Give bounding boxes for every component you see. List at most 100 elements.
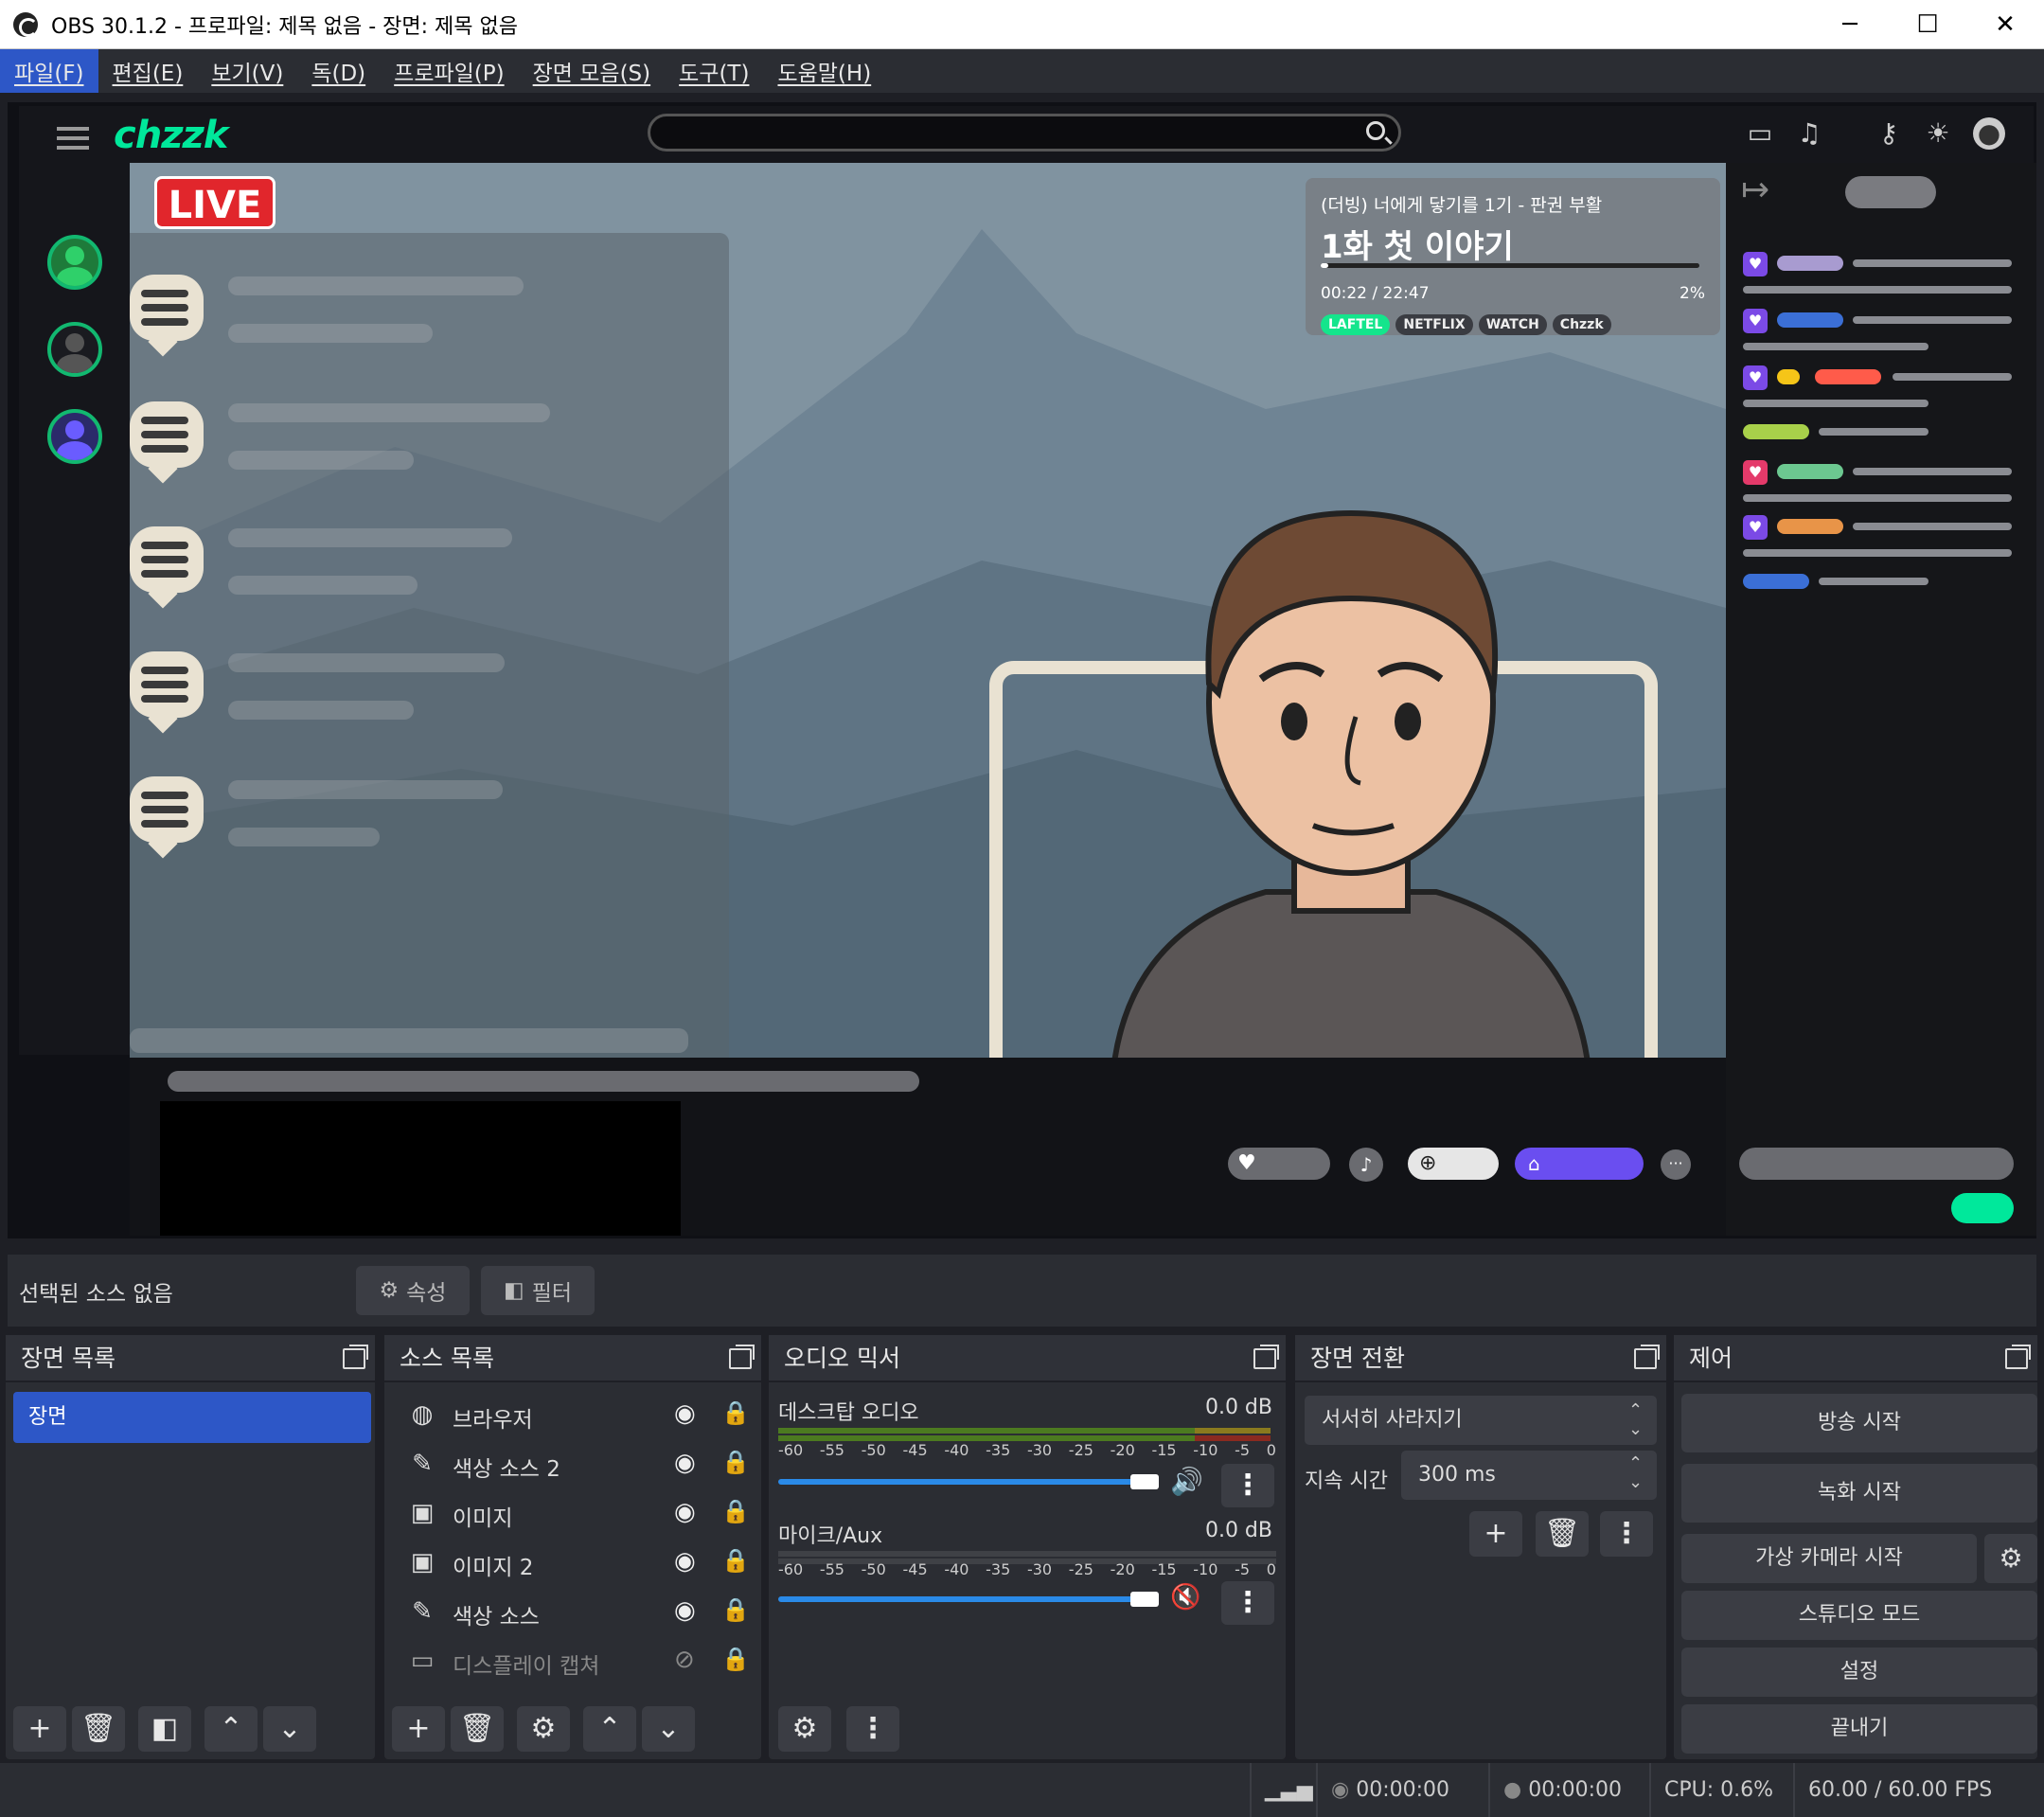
avatar [47, 322, 102, 377]
menu-profile[interactable]: 프로파일(P) [380, 49, 518, 93]
visibility-eye-icon[interactable]: ◉ [674, 1399, 696, 1428]
network-signal-icon: ▁▃▅ [1250, 1763, 1316, 1817]
volume-slider-handle[interactable] [1130, 1592, 1159, 1607]
settings-button[interactable]: 설정 [1681, 1648, 2037, 1697]
chat-line [1853, 468, 2012, 475]
sources-dock: 소스 목록 ◍ 브라우저 ◉ 🔒 ✎ 색상 소스 2 ◉ 🔒 ▣ 이미지 ◉ 🔒 ▣ 이미지 2 ◉ 🔒… [384, 1335, 761, 1759]
studio-mode-button[interactable]: 스튜디오 모드 [1681, 1591, 2037, 1640]
add-transition-button[interactable]: + [1469, 1511, 1522, 1557]
lock-icon[interactable]: 🔒 [721, 1498, 750, 1524]
duration-spinbox[interactable]: 300 ms [1401, 1451, 1657, 1500]
mixer-menu-button[interactable]: ⋮ [846, 1706, 899, 1752]
source-item[interactable]: ◍ 브라우저 ◉ 🔒 [400, 1394, 750, 1437]
scene-item[interactable]: 장면 [13, 1392, 371, 1443]
float-dock-icon[interactable] [1634, 1345, 1660, 1369]
exit-button[interactable]: 끝내기 [1681, 1704, 2037, 1754]
hidden-eye-icon[interactable]: ⊘ [674, 1646, 695, 1674]
menu-scene-collection[interactable]: 장면 모음(S) [519, 49, 666, 93]
lock-icon[interactable]: 🔒 [721, 1596, 750, 1623]
float-dock-icon[interactable] [729, 1345, 755, 1369]
menu-edit[interactable]: 편집(E) [98, 49, 198, 93]
close-button[interactable]: ✕ [1967, 0, 2043, 49]
menu-dock[interactable]: 독(D) [297, 49, 380, 93]
source-item[interactable]: ▭ 디스플레이 캡쳐 ⊘ 🔒 [400, 1640, 750, 1683]
chat-line [228, 653, 505, 672]
volume-slider[interactable] [778, 1596, 1157, 1602]
move-source-up-button[interactable]: ⌃ [583, 1706, 636, 1752]
float-dock-icon[interactable] [343, 1345, 368, 1369]
menu-view[interactable]: 보기(V) [197, 49, 297, 93]
muted-speaker-icon[interactable]: 🔇 [1170, 1583, 1200, 1612]
chat-line [1743, 549, 2012, 557]
transition-select[interactable]: 서서히 사라지기 [1305, 1396, 1657, 1445]
menu-help[interactable]: 도움말(H) [763, 49, 885, 93]
lock-icon[interactable]: 🔒 [721, 1646, 750, 1672]
chat-icon [130, 401, 204, 468]
remove-source-button[interactable]: 🗑 [451, 1706, 504, 1752]
channel-menu-button[interactable]: ⋮ [1221, 1464, 1274, 1507]
speaker-icon[interactable]: 🔊 [1170, 1466, 1203, 1497]
remove-scene-button[interactable]: 🗑 [72, 1706, 125, 1752]
mixer-dock-header: 오디오 믹서 [769, 1335, 1286, 1382]
source-item[interactable]: ✎ 색상 소스 2 ◉ 🔒 [400, 1443, 750, 1487]
move-scene-up-button[interactable]: ⌃ [204, 1706, 258, 1752]
menu-file[interactable]: 파일(F) [0, 49, 98, 93]
volume-slider[interactable] [778, 1479, 1157, 1485]
hamburger-menu-icon [57, 127, 89, 131]
sources-title: 소스 목록 [400, 1345, 494, 1372]
scene-transitions-dock: 장면 전환 서서히 사라지기 ⌃ ⌄ 지속 시간 300 ms ⌃ ⌄ + 🗑 ⋮ [1295, 1335, 1666, 1759]
visibility-eye-icon[interactable]: ◉ [674, 1449, 696, 1477]
source-item[interactable]: ▣ 이미지 ◉ 🔒 [400, 1492, 750, 1536]
source-properties-button[interactable]: ⚙ [517, 1706, 570, 1752]
brush-icon: ✎ [412, 1450, 433, 1478]
tag-netflix: NETFLIX [1395, 314, 1473, 335]
lock-icon[interactable]: 🔒 [721, 1547, 750, 1574]
add-source-button[interactable]: + [392, 1706, 445, 1752]
username-pill [1777, 312, 1843, 328]
start-recording-button[interactable]: 녹화 시작 [1681, 1464, 2037, 1523]
obs-logo-icon [13, 11, 38, 37]
move-source-down-button[interactable]: ⌄ [642, 1706, 695, 1752]
source-item[interactable]: ▣ 이미지 2 ◉ 🔒 [400, 1541, 750, 1585]
visibility-eye-icon[interactable]: ◉ [674, 1547, 696, 1576]
add-scene-button[interactable]: + [13, 1706, 66, 1752]
filters-button[interactable]: ◧ 필터 [481, 1266, 595, 1315]
title-bar: OBS 30.1.2 - 프로파일: 제목 없음 - 장면: 제목 없음 ─ ☐… [0, 0, 2044, 49]
stream-icon: ◉ [1331, 1778, 1357, 1802]
volume-slider-handle[interactable] [1130, 1474, 1159, 1489]
lock-icon[interactable]: 🔒 [721, 1449, 750, 1475]
float-dock-icon[interactable] [2005, 1345, 2031, 1369]
lock-icon[interactable]: 🔒 [721, 1399, 750, 1426]
stream-title-placeholder [168, 1071, 919, 1092]
advanced-audio-properties-button[interactable]: ⚙ [778, 1706, 831, 1752]
badge-icon: ♥ [1743, 365, 1768, 390]
chat-line [1853, 316, 2012, 324]
mixer-title: 오디오 믹서 [784, 1345, 900, 1372]
scene-filters-button[interactable]: ◧ [138, 1706, 191, 1752]
filters-label: 필터 [531, 1281, 573, 1306]
visibility-eye-icon[interactable]: ◉ [674, 1596, 696, 1625]
monitor-icon: ▭ [410, 1647, 435, 1675]
channel-menu-button[interactable]: ⋮ [1221, 1581, 1274, 1625]
overlay-subtitle: (더빙) 너에게 닿기를 1기 - 판권 부활 [1321, 195, 1603, 216]
start-streaming-button[interactable]: 방송 시작 [1681, 1394, 2037, 1452]
visibility-eye-icon[interactable]: ◉ [674, 1498, 696, 1526]
virtual-camera-settings-gear-icon[interactable]: ⚙ [1984, 1534, 2037, 1583]
maximize-button[interactable]: ☐ [1890, 0, 1965, 49]
key-icon: ⚷ [1878, 117, 1899, 149]
menu-tools[interactable]: 도구(T) [665, 49, 763, 93]
remove-transition-button[interactable]: 🗑 [1536, 1511, 1589, 1557]
transition-properties-button[interactable]: ⋮ [1600, 1511, 1653, 1557]
source-item[interactable]: ✎ 색상 소스 ◉ 🔒 [400, 1591, 750, 1634]
menu-bar: 파일(F) 편집(E) 보기(V) 독(D) 프로파일(P) 장면 모음(S) … [0, 49, 2044, 93]
start-virtual-camera-button[interactable]: 가상 카메라 시작 [1681, 1534, 1977, 1583]
overlay-time: 00:22 / 22:47 [1321, 284, 1430, 303]
move-scene-down-button[interactable]: ⌄ [263, 1706, 316, 1752]
filter-icon: ◧ [503, 1278, 524, 1303]
minimize-button[interactable]: ─ [1812, 0, 1888, 49]
properties-button[interactable]: ⚙ 속성 [356, 1266, 470, 1315]
follow-button: ♥ [1228, 1148, 1330, 1180]
combo-arrows-icon: ⌃ ⌄ [1628, 1400, 1644, 1439]
chat-line [228, 576, 418, 595]
float-dock-icon[interactable] [1253, 1345, 1279, 1369]
